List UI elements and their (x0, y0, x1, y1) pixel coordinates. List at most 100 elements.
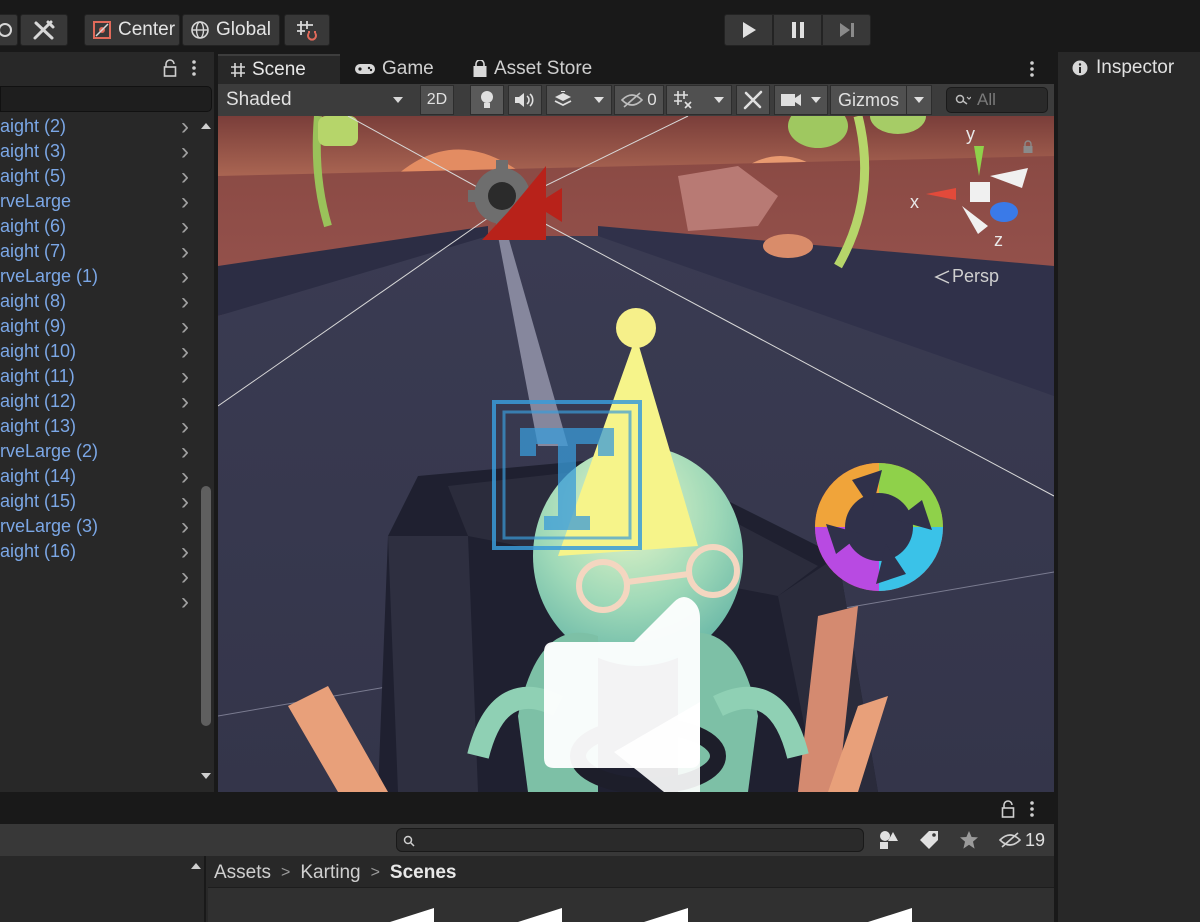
asset-tile[interactable] (868, 908, 912, 922)
kebab-menu-icon[interactable] (190, 59, 198, 77)
chevron-right-icon[interactable]: › (178, 163, 192, 191)
kebab-menu-icon[interactable] (1028, 800, 1036, 818)
hierarchy-item[interactable]: aight (15) › (0, 488, 196, 516)
hierarchy-item[interactable]: aight (9) › (0, 313, 196, 341)
hierarchy-item[interactable]: aight (14) › (0, 463, 196, 491)
tab-asset-store[interactable]: Asset Store (460, 54, 610, 84)
breadcrumb-assets[interactable]: Assets (214, 862, 271, 884)
chevron-right-icon[interactable]: › (178, 338, 192, 366)
chevron-right-icon[interactable]: › (178, 363, 192, 391)
breadcrumb-bar: Assets > Karting > Scenes (208, 856, 1054, 888)
search-by-label-button[interactable] (912, 826, 946, 854)
scene-search-input[interactable]: All (946, 87, 1048, 113)
hierarchy-item[interactable]: aight (5) › (0, 163, 196, 191)
gizmos-dropdown[interactable] (906, 85, 932, 115)
hierarchy-scrollbar[interactable] (198, 114, 214, 792)
effects-dropdown[interactable] (546, 85, 612, 115)
chevron-right-icon[interactable]: › (178, 188, 192, 216)
hierarchy-item[interactable]: › (0, 588, 196, 616)
hierarchy-item[interactable]: aight (2) › (0, 113, 196, 141)
search-by-type-button[interactable] (872, 826, 906, 854)
hierarchy-item[interactable]: aight (13) › (0, 413, 196, 441)
breadcrumb-scenes[interactable]: Scenes (390, 862, 457, 884)
lock-icon[interactable] (1001, 800, 1015, 818)
play-button[interactable] (724, 14, 773, 46)
hierarchy-item[interactable]: aight (12) › (0, 388, 196, 416)
chevron-right-icon[interactable]: › (178, 438, 192, 466)
hierarchy-item[interactable]: rveLarge › (0, 188, 196, 216)
hierarchy-item[interactable]: aight (7) › (0, 238, 196, 266)
grid-snap-button[interactable] (284, 14, 330, 46)
bag-icon (473, 60, 487, 77)
hierarchy-item[interactable]: rveLarge (3) › (0, 513, 196, 541)
asset-tile[interactable] (518, 908, 562, 922)
chevron-right-icon[interactable]: › (178, 113, 192, 141)
scroll-thumb[interactable] (201, 486, 211, 726)
project-search-input[interactable] (396, 828, 864, 852)
hierarchy-item[interactable]: aight (6) › (0, 213, 196, 241)
lock-icon[interactable] (163, 59, 177, 77)
audio-toggle-button[interactable] (508, 85, 542, 115)
step-button[interactable] (822, 14, 871, 46)
breadcrumb-karting[interactable]: Karting (300, 862, 360, 884)
hierarchy-item[interactable]: aight (10) › (0, 338, 196, 366)
project-hidden-packages-button[interactable]: 19 (992, 826, 1052, 854)
chevron-right-icon[interactable]: › (178, 588, 192, 616)
hierarchy-search-input[interactable] (0, 86, 212, 112)
scene-viewport[interactable]: y x z Persp (218, 116, 1054, 792)
chevron-right-icon[interactable]: › (178, 213, 192, 241)
camera-gizmo-icon[interactable] (468, 160, 564, 242)
file-gizmo-icon[interactable] (544, 582, 704, 792)
chevron-right-icon[interactable]: › (178, 288, 192, 316)
hierarchy-item[interactable]: rveLarge (1) › (0, 263, 196, 291)
lighting-toggle-button[interactable] (470, 85, 504, 115)
hierarchy-item[interactable]: aight (11) › (0, 363, 196, 391)
post-processing-gizmo-icon[interactable] (812, 460, 946, 594)
2d-toggle-button[interactable]: 2D (420, 85, 454, 115)
chevron-right-icon[interactable]: › (178, 413, 192, 441)
pivot-mode-button[interactable]: Center (84, 14, 180, 46)
breadcrumb-separator-icon: > (370, 864, 380, 881)
chevron-right-icon[interactable]: › (178, 263, 192, 291)
chevron-right-icon[interactable]: › (178, 563, 192, 591)
hierarchy-item[interactable]: aight (3) › (0, 138, 196, 166)
tab-inspector[interactable]: Inspector (1058, 52, 1200, 84)
favorites-button[interactable] (952, 826, 986, 854)
tab-scene[interactable]: Scene (218, 54, 340, 84)
projection-toggle[interactable]: Persp (934, 266, 999, 287)
tab-game[interactable]: Game (342, 54, 452, 84)
transform-tool-button[interactable] (0, 14, 18, 46)
chevron-right-icon[interactable]: › (178, 538, 192, 566)
scroll-down-icon[interactable] (200, 772, 212, 780)
scroll-up-icon[interactable] (190, 862, 202, 870)
scene-tabs: Scene Game Asset Store (218, 52, 1054, 84)
camera-dropdown[interactable] (774, 85, 828, 115)
asset-tile[interactable] (390, 908, 434, 922)
hidden-objects-button[interactable]: 0 (614, 85, 664, 115)
chevron-right-icon[interactable]: › (178, 388, 192, 416)
kebab-menu-icon[interactable] (1028, 60, 1036, 78)
orientation-gizmo[interactable]: y x z Persp (898, 120, 1048, 300)
hierarchy-item[interactable]: aight (16) › (0, 538, 196, 566)
chevron-right-icon[interactable]: › (178, 238, 192, 266)
asset-tile[interactable] (644, 908, 688, 922)
chevron-right-icon[interactable]: › (178, 513, 192, 541)
tools-toggle-button[interactable] (736, 85, 770, 115)
shapes-icon (880, 831, 898, 849)
hierarchy-item[interactable]: aight (8) › (0, 288, 196, 316)
custom-tool-button[interactable] (20, 14, 68, 46)
text-gizmo-icon[interactable] (490, 398, 644, 552)
hierarchy-item[interactable]: rveLarge (2) › (0, 438, 196, 466)
chevron-right-icon[interactable]: › (178, 138, 192, 166)
chevron-right-icon[interactable]: › (178, 488, 192, 516)
hierarchy-panel: aight (2) › aight (3) › aight (5) › rveLarge › a… (0, 52, 216, 792)
gizmos-button[interactable]: Gizmos (830, 85, 906, 115)
chevron-right-icon[interactable]: › (178, 463, 192, 491)
pause-button[interactable] (773, 14, 822, 46)
hierarchy-item[interactable]: › (0, 563, 196, 591)
scroll-up-icon[interactable] (200, 122, 212, 130)
draw-mode-dropdown[interactable]: Shaded (220, 86, 410, 114)
pivot-rotation-button[interactable]: Global (182, 14, 280, 46)
grid-dropdown[interactable] (666, 85, 732, 115)
chevron-right-icon[interactable]: › (178, 313, 192, 341)
